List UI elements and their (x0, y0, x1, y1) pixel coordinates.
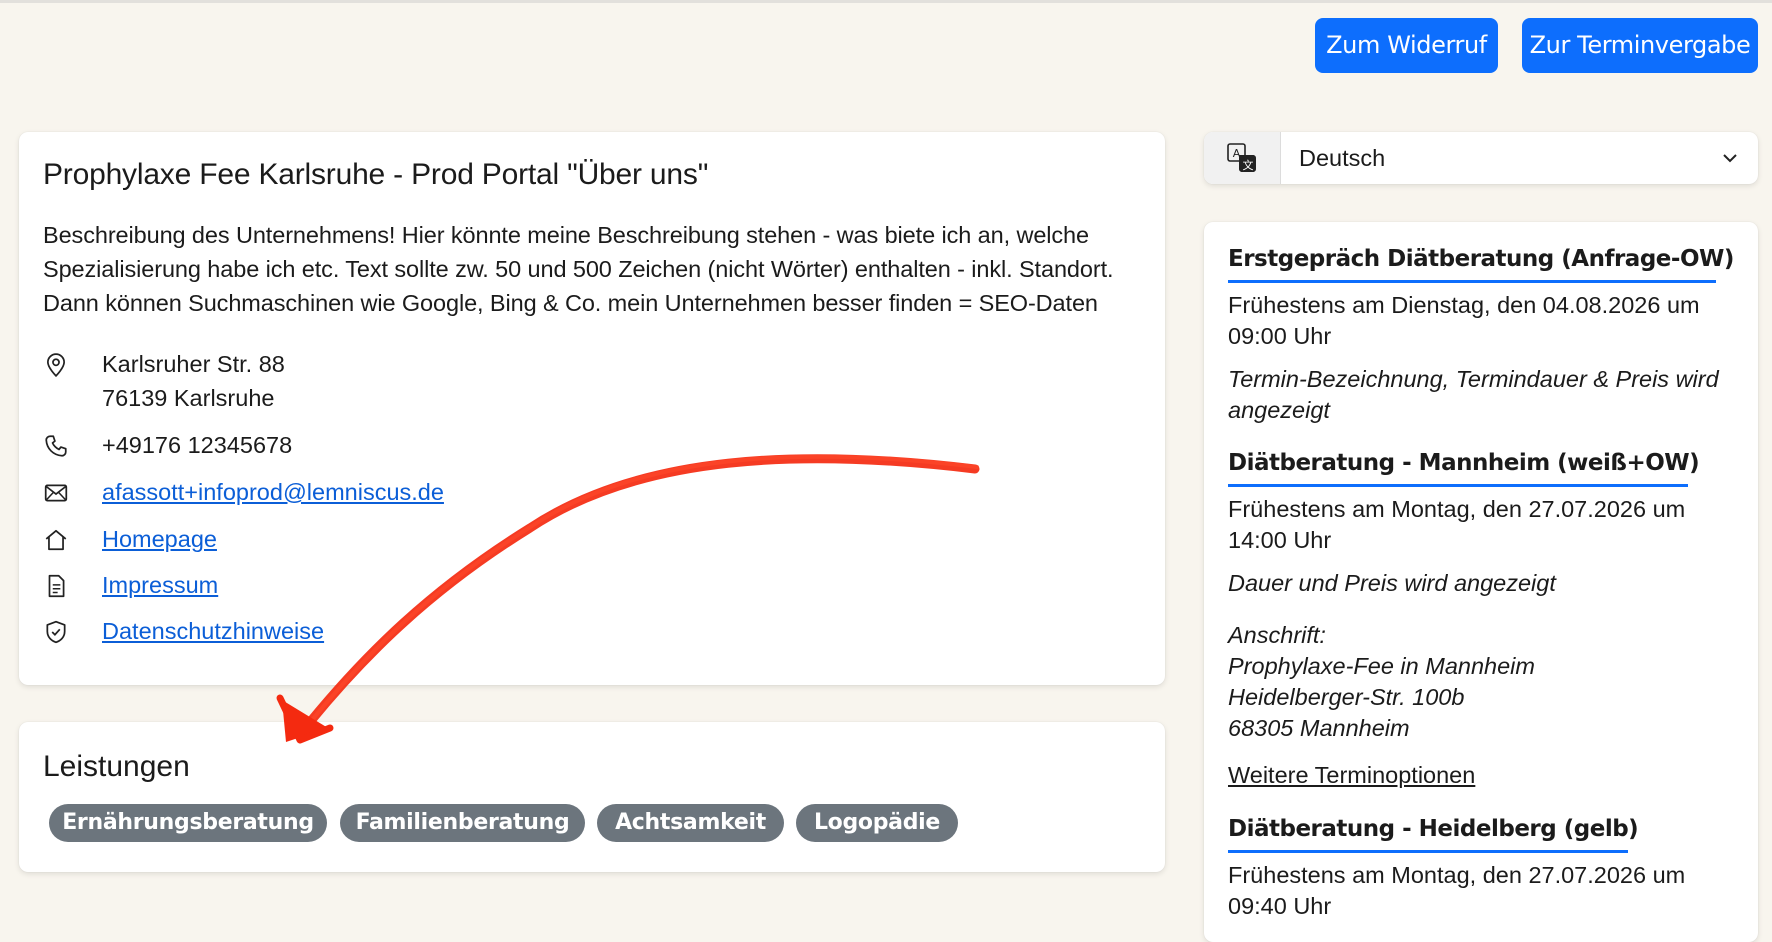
envelope-icon (44, 484, 68, 502)
appointment-address-line: 68305 Mannheim (1228, 715, 1410, 741)
description-line-1: Beschreibung des Unternehmens! Hier könn… (43, 222, 1089, 248)
shield-icon (46, 620, 66, 644)
services-card: Leistungen Ernährungsberatung Familienbe… (19, 722, 1165, 872)
appointment-title-underline (1228, 850, 1628, 853)
appointment-earliest: Frühestens am Dienstag, den 04.08.2026 u… (1228, 292, 1700, 318)
location-pin-icon (47, 353, 65, 378)
service-tag: Ernährungsberatung (49, 804, 327, 842)
services-title: Leistungen (43, 750, 190, 783)
imprint-link[interactable]: Impressum (102, 569, 218, 601)
phone-number: +49176 12345678 (102, 432, 293, 458)
translate-icon: A 文 (1227, 143, 1256, 172)
house-icon (45, 529, 67, 551)
service-tag: Achtsamkeit (597, 804, 784, 842)
appointment-address-line: Prophylaxe-Fee in Mannheim (1228, 653, 1535, 679)
appointment-title[interactable]: Erstgepräch Diätberatung (Anfrage-OW) (1228, 246, 1734, 272)
service-tag: Logopädie (796, 804, 958, 842)
address-street: Karlsruher Str. 88 (102, 351, 285, 377)
revoke-button[interactable]: Zum Widerruf (1315, 18, 1498, 73)
appointment-address-line: Heidelberger-Str. 100b (1228, 684, 1465, 710)
appointment-title-underline (1228, 280, 1716, 283)
address-city: 76139 Karlsruhe (102, 385, 275, 411)
appointment-earliest-time: 09:40 Uhr (1228, 893, 1332, 919)
homepage-link[interactable]: Homepage (102, 523, 217, 555)
language-selected: Deutsch (1299, 145, 1386, 171)
description-line-2: Spezialisierung habe ich etc. Text sollt… (43, 256, 1114, 282)
email-link[interactable]: afassott+infoprod@lemniscus.de (102, 476, 444, 508)
appointment-earliest-time: 14:00 Uhr (1228, 527, 1332, 553)
svg-text:文: 文 (1243, 158, 1254, 172)
appointment-address-label: Anschrift: (1228, 622, 1326, 648)
appointment-note: Dauer und Preis wird angezeigt (1228, 570, 1556, 596)
appointment-title-underline (1228, 484, 1688, 487)
document-icon (48, 574, 65, 598)
appointment-title[interactable]: Diätberatung - Heidelberg (gelb) (1228, 816, 1639, 842)
appointment-earliest: Frühestens am Montag, den 27.07.2026 um (1228, 496, 1686, 522)
appointment-title[interactable]: Diätberatung - Mannheim (weiß+OW) (1228, 450, 1700, 476)
appointment-note: Termin-Bezeichnung, Termindauer & Preis … (1228, 366, 1719, 392)
phone-icon (45, 435, 67, 457)
appointment-earliest-time: 09:00 Uhr (1228, 323, 1332, 349)
appointments-card: Erstgepräch Diätberatung (Anfrage-OW) Fr… (1204, 222, 1758, 942)
more-options-link[interactable]: Weitere Terminoptionen (1228, 762, 1475, 789)
language-select[interactable]: A 文 Deutsch (1204, 132, 1758, 184)
description-line-3: Dann können Suchmaschinen wie Google, Bi… (43, 290, 1098, 316)
appointment-earliest: Frühestens am Montag, den 27.07.2026 um (1228, 862, 1686, 888)
top-divider (0, 0, 1772, 3)
page-title: Prophylaxe Fee Karlsruhe - Prod Portal "… (43, 158, 709, 191)
appointment-note: angezeigt (1228, 397, 1330, 423)
about-card: Prophylaxe Fee Karlsruhe - Prod Portal "… (19, 132, 1165, 685)
privacy-link[interactable]: Datenschutzhinweise (102, 615, 324, 647)
booking-button[interactable]: Zur Terminvergabe (1522, 18, 1758, 73)
service-tag: Familienberatung (340, 804, 585, 842)
chevron-down-icon (1723, 154, 1737, 163)
language-icon-box: A 文 (1204, 132, 1281, 184)
